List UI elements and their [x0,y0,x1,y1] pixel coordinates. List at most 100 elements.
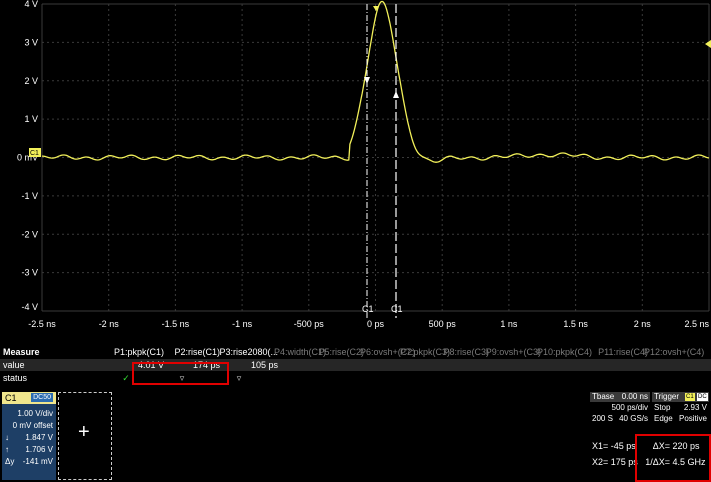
x1-label: X1= [592,441,609,451]
trigger-coupling-badge: DC [697,393,708,401]
offset-value: 0 mV offset [12,421,53,430]
cursor-highlight-box [635,434,711,482]
measure-value-p10 [537,359,592,371]
channel-c1-descriptor[interactable]: C1 DC50 1.00 V/div 0 mV offset ↓ 1.847 V … [2,392,56,480]
y-tick-label: 3 V [24,37,38,47]
dy-label: Δy [5,457,15,466]
measure-status-p7 [404,372,426,384]
measure-name-p1[interactable]: P1:pkpk(C1) [104,346,164,358]
x-tick-label: -2 ns [99,319,120,329]
dy-value: -141 mV [22,457,53,466]
x2-readout: X2= 175 ps [592,456,638,468]
measure-name-p10[interactable]: P10:pkpk(C4) [537,346,592,358]
trigger-source-badge: C1 [685,393,695,401]
trigger-type: Edge [654,414,673,423]
dy-row: Δy -141 mV [2,456,56,468]
y-tick-label: -4 V [21,302,38,312]
measure-name-p5[interactable]: P5:rise(C2) [318,346,364,358]
measure-value-p11 [588,359,648,371]
timebase-label: Tbase [592,392,615,401]
channel-name: C1 [5,393,17,403]
measure-name-p4[interactable]: P4:width(C1) [274,346,326,358]
measure-status-p8 [446,372,469,384]
x1-readout: X1= -45 ps [592,440,636,452]
measure-name-p3[interactable]: P3:rise2080(... [216,346,278,358]
y-tick-label: 4 V [24,0,38,9]
x2-value: 175 ps [610,457,638,467]
measure-header-row: Measure P1:pkpk(C1) P2:rise(C1) P3:rise208… [0,346,711,358]
x-tick-label: -2.5 ns [28,319,56,329]
measure-value-p8 [442,359,489,371]
offset-row: 0 mV offset [2,420,56,432]
x-tick-label: 1 ns [500,319,518,329]
trigger-level-icon [705,40,711,48]
timebase-trigger-panel[interactable]: Tbase 0.00 ns Trigger C1 DC 500 ps/div S… [590,392,709,424]
measure-name-p7[interactable]: P7:pkpk(C3) [400,346,450,358]
sample-rate: 40 GS/s [619,414,648,423]
channel-c1-header[interactable]: C1 DC50 [2,392,56,404]
cursor-x1-label: C1 [362,304,374,314]
cursor2-marker-icon: ↑ [5,445,9,454]
measure-status-p11 [592,372,628,384]
x-tick-label: -1 ns [232,319,253,329]
x-tick-label: 1.5 ns [563,319,588,329]
measure-status-p10 [541,372,572,384]
measure-status-p5 [322,372,344,384]
cursor2-row: ↑ 1.706 V [2,444,56,456]
measure-name-p12[interactable]: P12:ovsh+(C4) [644,346,704,358]
vdiv-row: 1.00 V/div [2,408,56,420]
x-tick-label: 500 ps [429,319,457,329]
measure-status-p4 [278,372,302,384]
x-tick-label: -500 ps [294,319,325,329]
measure-value-p12 [644,359,702,371]
measure-header: Measure [3,347,40,357]
x-axis-labels: -2.5 ns -2 ns -1.5 ns -1 ns -500 ps 0 ps 500 p… [28,319,709,329]
cursor2-value: 1.706 V [25,445,53,454]
measure-status-row: status ✓ ▿ ▿ [0,372,711,384]
cursor-x2-label: C1 [391,304,403,314]
trigger-label: Trigger [654,392,680,401]
samples-value: 200 S [592,414,613,423]
measure-name-p8[interactable]: P8:rise(C3) [442,346,489,358]
waveform-display[interactable]: 4 V3 V2 V1 V0 mV-1 V-2 V-3 V-4 V -2.5 ns… [0,0,711,345]
trigger-slope: Positive [678,414,707,423]
measure-status-p9 [489,372,521,384]
measure-name-p11[interactable]: P11:rise(C4) [588,346,648,358]
coupling-badge: DC50 [31,393,53,402]
samples-row: 200 S 40 GS/s [590,414,650,424]
measure-status-p6 [364,372,384,384]
measure-value-p7 [400,359,446,371]
rise-highlight-box [132,362,229,385]
cursor1-marker-icon: ↓ [5,433,9,442]
status-row-label: status [3,373,28,383]
cursor-x2-arrow-icon [393,91,399,98]
add-trace-panel[interactable]: + [58,392,112,480]
measure-name-p2[interactable]: P2:rise(C1) [160,346,220,358]
y-tick-label: -3 V [21,268,38,278]
cursor1-row: ↓ 1.847 V [2,432,56,444]
y-tick-label: -1 V [21,191,38,201]
value-row-label: value [3,360,25,370]
x-tick-label: 0 ps [367,319,385,329]
trigger-type-row: Edge Positive [652,414,709,424]
x-tick-label: 2 ns [634,319,652,329]
timebase-delay: 0.00 ns [621,392,648,401]
trigger-level: 2.93 V [683,403,707,412]
plus-icon[interactable]: + [78,421,90,444]
x1-value: -45 ps [610,441,636,451]
tdiv-row: 500 ps/div [590,403,650,413]
trigger-mode-row: Stop 2.93 V [652,403,709,413]
trigger-mode: Stop [654,403,671,412]
measure-table: Measure P1:pkpk(C1) P2:rise(C1) P3:rise208… [0,346,711,388]
measure-name-p9[interactable]: P9:ovsh+(C3) [485,346,541,358]
measure-value-row: value 4.01 V 174 ps 105 ps [0,359,711,371]
measure-name-p6[interactable]: P6:ovsh+(C2) [360,346,415,358]
y-tick-label: 2 V [24,76,38,86]
measure-value-p5 [318,359,364,371]
timebase-header[interactable]: Tbase 0.00 ns [590,392,650,402]
channel-marker: C1 [30,150,39,157]
y-tick-label: 1 V [24,114,38,124]
x-tick-label: 2.5 ns [684,319,709,329]
x2-label: X2= [592,457,609,467]
trigger-header[interactable]: Trigger C1 DC [652,392,709,402]
